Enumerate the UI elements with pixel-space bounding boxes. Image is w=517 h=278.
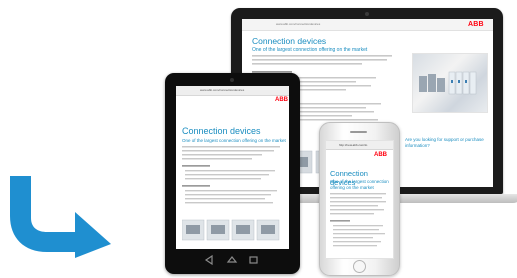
tablet-camera-icon: [230, 78, 234, 82]
laptop-hero-image: [412, 53, 488, 113]
tablet-page-title: Connection devices: [182, 126, 261, 136]
tablet-abb-logo: ABB: [275, 97, 288, 103]
tablet-product-thumbnails: [182, 219, 280, 241]
phone-speaker: [350, 131, 367, 133]
phone-url-text: http://new.abb.com/lo: [339, 143, 368, 147]
recent-apps-icon: [249, 256, 258, 264]
tablet-subtitle: One of the largest connection offering o…: [182, 138, 286, 143]
home-icon: [226, 256, 238, 263]
tablet-nav-bar: [204, 254, 258, 266]
tablet-screen: www.abb.com/connectiondevices ABB Connec…: [176, 86, 289, 249]
laptop-subtitle: One of the largest connection offering o…: [252, 47, 368, 53]
laptop-url-text: www.abb.com/connectiondevices: [276, 22, 321, 26]
laptop-page-title: Connection devices: [252, 36, 327, 46]
laptop-camera-icon: [365, 12, 369, 16]
phone-body-text: [330, 193, 386, 247]
tablet-url-text: www.abb.com/connectiondevices: [200, 88, 245, 92]
laptop-abb-logo: ABB: [468, 21, 484, 28]
back-icon: [204, 254, 213, 266]
laptop-support-link[interactable]: Are you looking for support or purchase: [405, 137, 484, 142]
curved-arrow-right-icon: [10, 176, 111, 258]
phone-abb-logo: ABB: [374, 152, 387, 158]
phone-subtitle-continued: offering on the market: [330, 185, 374, 190]
phone-home-button[interactable]: [353, 260, 366, 273]
laptop-support-link-continued[interactable]: information?: [405, 143, 430, 148]
phone-screen: http://new.abb.com/lo ABB Connection dev…: [325, 140, 394, 259]
phone-subtitle: One of the largest connection: [330, 179, 389, 184]
tablet-body-text: [182, 146, 280, 204]
